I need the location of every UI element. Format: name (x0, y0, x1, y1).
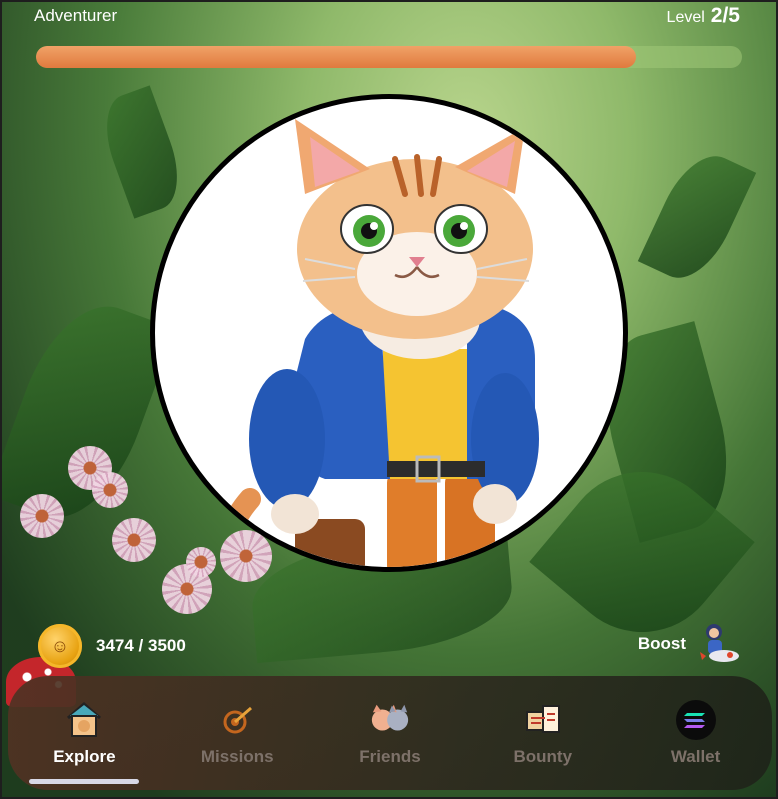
level-label: Level (666, 9, 705, 26)
bounty-icon (522, 699, 564, 741)
bottom-navigation: Explore Missions Friends Bounty Wallet (8, 676, 772, 790)
nav-label-bounty: Bounty (513, 747, 573, 766)
astronaut-rocket-icon (700, 624, 739, 662)
coin-icon: ☺ (38, 624, 82, 668)
level-indicator: Level 2/5 (667, 4, 740, 28)
nav-item-explore[interactable]: Explore (14, 676, 154, 790)
character-avatar[interactable] (150, 94, 628, 572)
cat-character-image (220, 119, 539, 567)
nav-item-wallet[interactable]: Wallet (626, 676, 766, 790)
page-title: Adventurer (34, 6, 118, 25)
wallet-icon (675, 699, 717, 741)
boost-button[interactable]: Boost (638, 622, 740, 666)
nav-item-missions[interactable]: Missions (167, 676, 307, 790)
target-icon (216, 699, 258, 741)
nav-label-friends: Friends (359, 747, 421, 766)
nav-item-bounty[interactable]: Bounty (473, 676, 613, 790)
level-progress-fill (36, 46, 637, 68)
house-icon (63, 699, 105, 741)
nav-label-wallet: Wallet (670, 747, 721, 766)
level-progress-bar (36, 46, 742, 68)
boost-label: Boost (637, 634, 686, 653)
balance-value: 3474 / 3500 (96, 636, 186, 655)
level-value: 2/5 (710, 4, 740, 27)
nav-label-explore: Explore (53, 747, 116, 766)
coin-balance: ☺ 3474 / 3500 (38, 624, 186, 668)
active-tab-indicator (29, 779, 140, 784)
nav-item-friends[interactable]: Friends (320, 676, 460, 790)
top-bar: Adventurer Level 2/5 (2, 2, 776, 32)
app-screen: Adventurer Level 2/5 ☺ 3474 / 3500 Boost… (0, 0, 778, 799)
nav-label-missions: Missions (200, 747, 274, 766)
friends-icon (369, 699, 411, 741)
